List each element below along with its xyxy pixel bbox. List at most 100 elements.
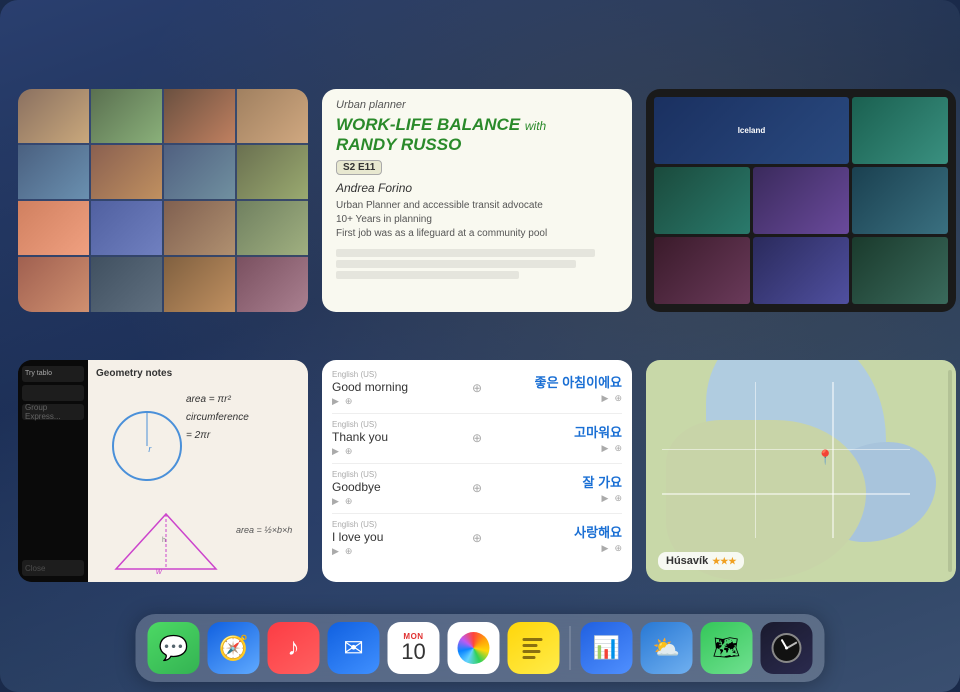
worldclock-face <box>772 633 802 663</box>
dock-calendar-icon[interactable]: MON 10 <box>388 622 440 674</box>
ipad-screen: 🌸 Photos <box>0 0 960 692</box>
dock-messages-icon[interactable]: 💬 <box>148 622 200 674</box>
dock-keynote-icon[interactable]: 📊 <box>581 622 633 674</box>
notes-line <box>523 638 543 641</box>
translate-app-card[interactable]: 💬 Translate English (US) Good morning ▶ … <box>322 360 632 583</box>
app-switcher-grid: 🌸 Photos <box>18 55 942 582</box>
notes-desc-line1: Urban Planner and accessible transit adv… <box>336 199 618 213</box>
translate-arrow: ⊕ <box>472 481 482 495</box>
photo-thumb <box>91 257 162 311</box>
notes-app-card[interactable]: Notes Urban planner Urban planner WORK-L… <box>322 89 632 312</box>
keynote-slide <box>654 237 750 304</box>
calc-sidebar-spacer <box>22 423 84 558</box>
translate-play-icon[interactable]: ▶ <box>332 446 339 457</box>
radius-line <box>147 411 148 446</box>
dock-photos-icon[interactable] <box>448 622 500 674</box>
keynote-slide <box>852 237 948 304</box>
translate-copy-icon[interactable]: ⊕ <box>614 543 622 554</box>
map-location-text: Húsavík <box>666 555 708 567</box>
photo-thumb <box>18 89 89 143</box>
photo-thumb <box>164 89 235 143</box>
dock-maps-icon[interactable]: 🗺 <box>701 622 753 674</box>
translate-source-icons: ▶ ⊕ <box>332 546 464 557</box>
keynote-slide <box>654 167 750 234</box>
notes-line <box>336 249 595 257</box>
translate-copy-icon[interactable]: ⊕ <box>614 493 622 504</box>
keynote-slide: Iceland <box>654 97 849 164</box>
maps-content: Húsavík ★★★ <box>646 360 956 583</box>
notes-line <box>336 271 519 279</box>
worldclock-center <box>785 647 788 650</box>
dock-music-icon[interactable]: ♪ <box>268 622 320 674</box>
translate-copy-icon[interactable]: ⊕ <box>345 396 353 407</box>
translate-play-icon[interactable]: ▶ <box>602 493 609 504</box>
dock: 💬 🧭 ♪ ✉ MON 10 <box>136 614 825 682</box>
translate-arrow: ⊕ <box>472 431 482 445</box>
photos-app-card[interactable]: 🌸 Photos <box>18 89 308 312</box>
notes-author: Andrea Forino <box>336 181 618 195</box>
calc-formula-area: area = πr² <box>186 391 300 409</box>
notes-desc-line3: First job was as a lifeguard at a commun… <box>336 227 618 241</box>
keynote-content: Iceland <box>646 89 956 312</box>
translate-target-icons: ▶ ⊕ <box>490 493 622 504</box>
dock-safari-icon[interactable]: 🧭 <box>208 622 260 674</box>
notes-icon-lines <box>520 634 548 662</box>
map-road <box>662 449 910 451</box>
translate-source: English (US) Thank you ▶ ⊕ <box>332 420 464 457</box>
translate-row: English (US) I love you ▶ ⊕ ⊕ 사랑해요 ▶ ⊕ <box>332 520 622 563</box>
map-road <box>662 493 910 495</box>
translate-copy-icon[interactable]: ⊕ <box>345 446 353 457</box>
photo-thumb <box>237 89 308 143</box>
translate-target: 잘 가요 ▶ ⊕ <box>490 472 622 504</box>
translate-play-icon[interactable]: ▶ <box>602 393 609 404</box>
dock-weather-icon[interactable]: ⛅ <box>641 622 693 674</box>
translate-play-icon[interactable]: ▶ <box>602 543 609 554</box>
translate-target: 고마워요 ▶ ⊕ <box>490 422 622 454</box>
notes-content: Urban planner WORK-LIFE BALANCE with RAN… <box>322 89 632 312</box>
photo-thumb <box>237 201 308 255</box>
notes-heading: WORK-LIFE BALANCE with RANDY RUSSO <box>336 115 618 154</box>
calendar-content: MON 10 <box>388 622 440 674</box>
translate-source: English (US) Good morning ▶ ⊕ <box>332 370 464 407</box>
calc-sidebar: Try tablo Group Express... Close <box>18 360 88 583</box>
map-road <box>755 382 757 538</box>
keynote-app-card[interactable]: 📊 Keynote Iceland Iceland <box>646 89 956 312</box>
circle-diagram: r <box>112 411 182 481</box>
keynote-slide <box>852 97 948 164</box>
translate-target-icons: ▶ ⊕ <box>490 443 622 454</box>
notes-line <box>523 650 541 653</box>
dock-worldclock-icon[interactable] <box>761 622 813 674</box>
translate-play-icon[interactable]: ▶ <box>602 443 609 454</box>
photo-thumb <box>91 201 162 255</box>
translate-copy-icon[interactable]: ⊕ <box>345 546 353 557</box>
calc-content: Try tablo Group Express... Close Geometr… <box>18 360 308 583</box>
dock-mail-icon[interactable]: ✉ <box>328 622 380 674</box>
notes-line <box>523 656 536 659</box>
translate-source: English (US) I love you ▶ ⊕ <box>332 520 464 557</box>
triangle-svg: w h <box>106 504 226 574</box>
translate-play-icon[interactable]: ▶ <box>332 396 339 407</box>
calculator-app-card[interactable]: 🧮 Calculator Try tablo Group Express... … <box>18 360 308 583</box>
keynote-slide <box>753 237 849 304</box>
calc-formula-circ: circumference <box>186 409 300 427</box>
maps-app-card[interactable]: 🗺 Maps Húsavík <box>646 360 956 583</box>
notes-desc-line2: 10+ Years in planning <box>336 213 618 227</box>
calc-sidebar-item: Try tablo <box>22 366 84 382</box>
translate-play-icon[interactable]: ▶ <box>332 546 339 557</box>
translate-target: 사랑해요 ▶ ⊕ <box>490 522 622 554</box>
notes-content-title: Urban planner <box>336 99 618 111</box>
dock-notes-icon[interactable] <box>508 622 560 674</box>
map-scrollbar[interactable] <box>948 370 952 573</box>
triangle-formula: area = ½×b×h <box>236 525 292 535</box>
translate-copy-icon[interactable]: ⊕ <box>345 496 353 507</box>
translate-play-icon[interactable]: ▶ <box>332 496 339 507</box>
translate-copy-icon[interactable]: ⊕ <box>614 393 622 404</box>
translate-target-icons: ▶ ⊕ <box>490 543 622 554</box>
photo-thumb <box>18 257 89 311</box>
messages-icon: 💬 <box>159 634 189 663</box>
map-background: Húsavík ★★★ <box>646 360 956 583</box>
calc-diagram: r area = πr² circumference = 2πr <box>96 383 300 501</box>
calc-sidebar-item: Group Express... <box>22 404 84 420</box>
translate-copy-icon[interactable]: ⊕ <box>614 443 622 454</box>
photo-thumb <box>91 89 162 143</box>
